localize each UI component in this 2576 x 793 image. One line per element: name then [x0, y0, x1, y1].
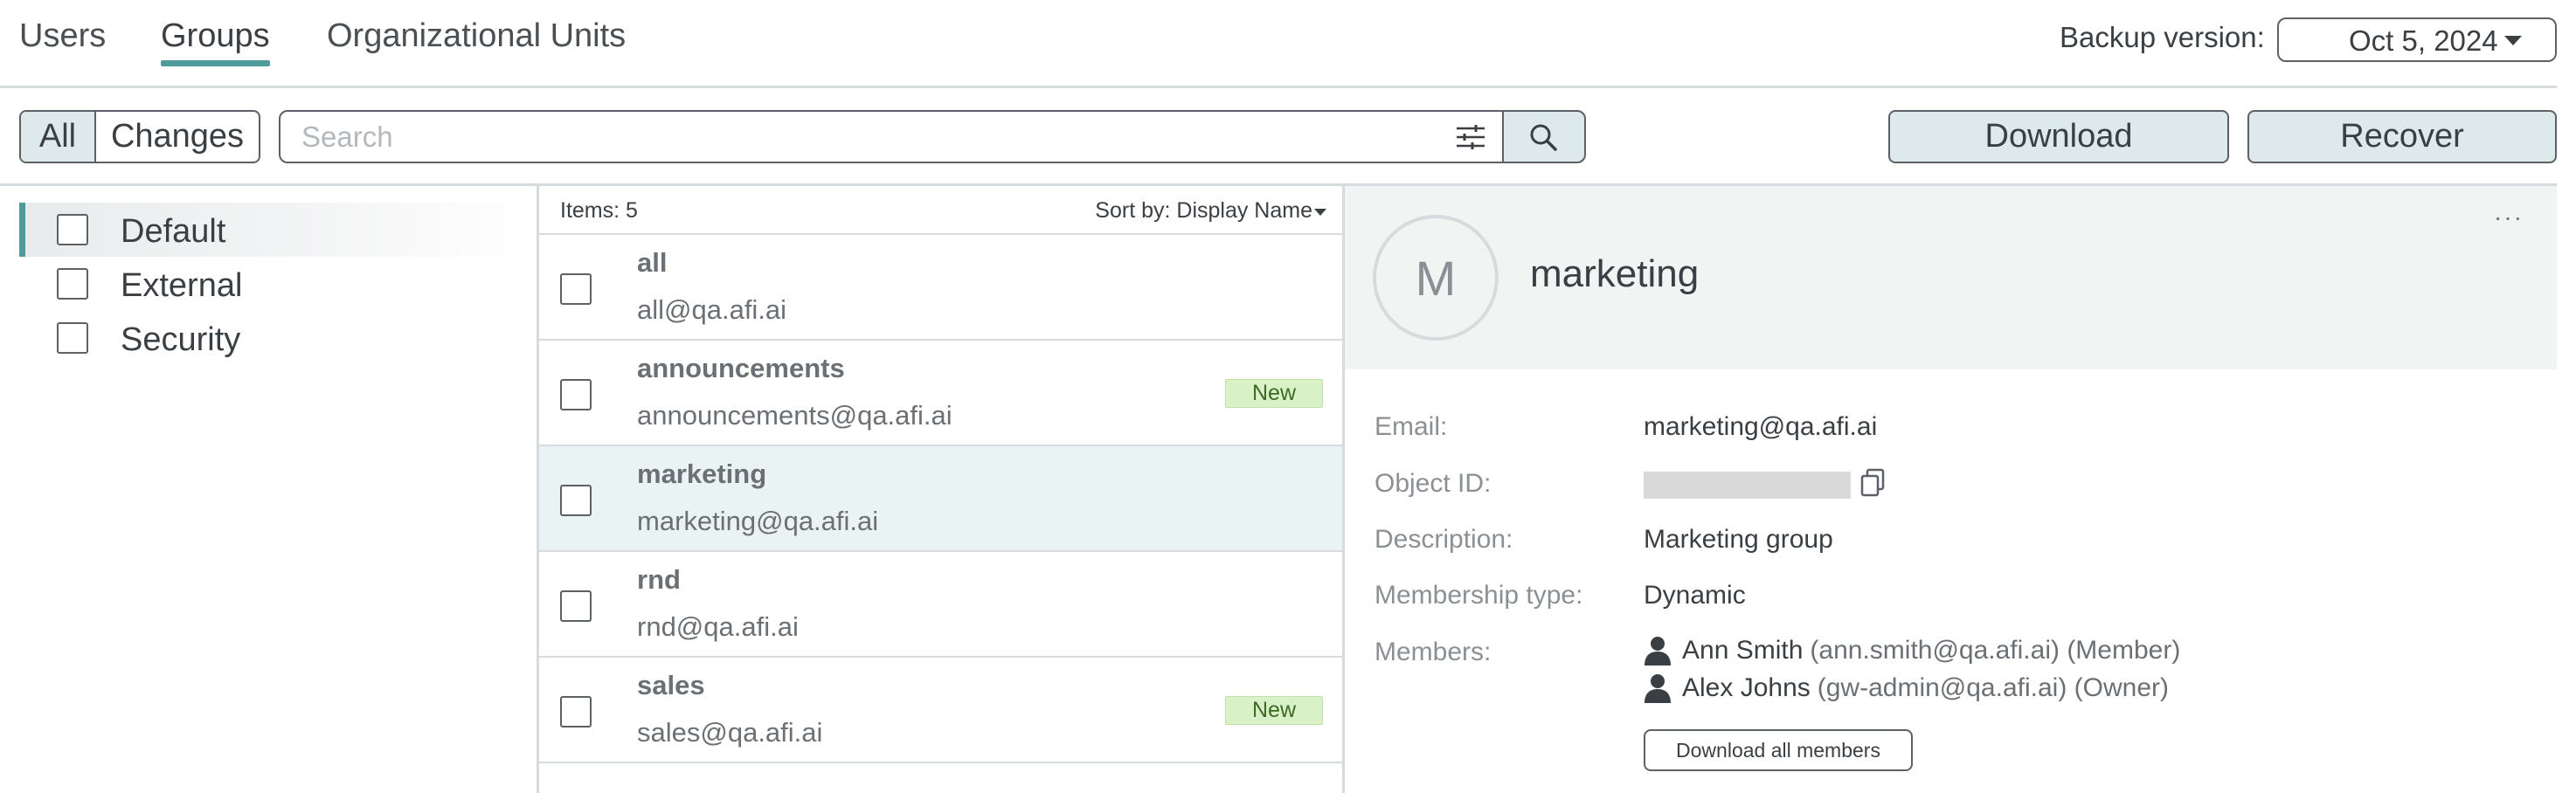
- member-item: Alex Johns (gw-admin@qa.afi.ai) (Owner): [1644, 673, 2169, 703]
- member-detail: (ann.smith@qa.afi.ai) (Member): [1810, 636, 2181, 665]
- top-nav: Users Groups Organizational Units Backup…: [0, 0, 2557, 88]
- email-value: marketing@qa.afi.ai: [1644, 412, 1878, 441]
- group-email: sales@qa.afi.ai: [637, 717, 823, 748]
- person-icon: [1645, 637, 1671, 665]
- group-type-label: External: [121, 267, 243, 304]
- object-id-label: Object ID:: [1375, 469, 1492, 498]
- row-checkbox[interactable]: [560, 696, 592, 727]
- group-type-security[interactable]: Security: [19, 311, 535, 365]
- search-icon: [1530, 124, 1557, 151]
- checkbox[interactable]: [57, 268, 88, 300]
- group-email: announcements@qa.afi.ai: [637, 400, 952, 431]
- copy-icon[interactable]: [1859, 468, 1886, 498]
- filter-changes-button[interactable]: Changes: [96, 112, 259, 162]
- group-title: marketing: [1530, 252, 1700, 295]
- description-value: Marketing group: [1644, 525, 1833, 554]
- group-email: marketing@qa.afi.ai: [637, 506, 879, 536]
- view-filter-toggle: All Changes: [19, 110, 260, 163]
- download-all-members-button[interactable]: Download all members: [1644, 729, 1913, 771]
- new-badge: New: [1225, 379, 1323, 408]
- members-label: Members:: [1375, 638, 1492, 666]
- description-label: Description:: [1375, 525, 1513, 554]
- list-item[interactable]: marketing marketing@qa.afi.ai: [539, 446, 1342, 552]
- list-item[interactable]: announcements announcements@qa.afi.ai Ne…: [539, 341, 1342, 446]
- row-checkbox[interactable]: [560, 273, 592, 305]
- row-checkbox[interactable]: [560, 485, 592, 516]
- membership-type-value: Dynamic: [1644, 581, 1746, 610]
- filter-all-button[interactable]: All: [21, 112, 96, 162]
- filter-sliders-icon[interactable]: [1455, 124, 1486, 150]
- member-detail: (gw-admin@qa.afi.ai) (Owner): [1817, 673, 2169, 702]
- list-item[interactable]: sales sales@qa.afi.ai New: [539, 658, 1342, 763]
- sort-dropdown[interactable]: Sort by: Display Name: [1095, 198, 1312, 224]
- group-type-label: Default: [121, 213, 226, 250]
- download-button[interactable]: Download: [1888, 110, 2229, 163]
- list-header: Items: 5 Sort by: Display Name: [539, 186, 1342, 235]
- group-type-default[interactable]: Default: [19, 203, 535, 257]
- group-name: rnd: [637, 564, 681, 595]
- more-options-icon[interactable]: ···: [2494, 203, 2524, 231]
- tab-users[interactable]: Users: [19, 17, 106, 55]
- avatar: M: [1373, 215, 1499, 341]
- group-type-external[interactable]: External: [19, 257, 535, 311]
- backup-version-select[interactable]: Oct 5, 2024: [2277, 17, 2557, 62]
- list-item[interactable]: rnd rnd@qa.afi.ai: [539, 552, 1342, 658]
- group-name: sales: [637, 670, 705, 700]
- caret-down-icon: [1314, 209, 1326, 216]
- group-list: Items: 5 Sort by: Display Name all all@q…: [537, 186, 1345, 793]
- checkbox[interactable]: [57, 214, 88, 245]
- person-icon: [1645, 674, 1671, 703]
- group-name: announcements: [637, 353, 845, 383]
- email-label: Email:: [1375, 412, 1448, 441]
- backup-version-value: Oct 5, 2024: [2349, 24, 2498, 57]
- backup-version-label: Backup version:: [2060, 21, 2265, 53]
- group-details-header: M marketing ···: [1345, 186, 2557, 369]
- tab-organizational-units[interactable]: Organizational Units: [327, 17, 626, 55]
- new-badge: New: [1225, 696, 1323, 725]
- member-name: Alex Johns: [1682, 673, 1811, 702]
- member-item: Ann Smith (ann.smith@qa.afi.ai) (Member): [1644, 636, 2180, 665]
- row-checkbox[interactable]: [560, 379, 592, 410]
- list-item[interactable]: all all@qa.afi.ai: [539, 235, 1342, 341]
- member-name: Ann Smith: [1682, 636, 1804, 665]
- search-box: [279, 110, 1504, 163]
- object-id-value-redacted: [1644, 472, 1851, 499]
- tab-groups[interactable]: Groups: [161, 17, 270, 66]
- search-button[interactable]: [1502, 110, 1586, 163]
- recover-button[interactable]: Recover: [2247, 110, 2557, 163]
- chevron-down-icon: [2504, 36, 2522, 45]
- group-name: all: [637, 247, 668, 278]
- items-count: Items: 5: [560, 198, 638, 223]
- row-checkbox[interactable]: [560, 590, 592, 622]
- group-email: rnd@qa.afi.ai: [637, 611, 799, 642]
- group-email: all@qa.afi.ai: [637, 294, 787, 325]
- group-type-label: Security: [121, 321, 241, 358]
- search-input[interactable]: [301, 119, 1420, 155]
- membership-type-label: Membership type:: [1375, 581, 1583, 610]
- group-name: marketing: [637, 459, 767, 489]
- group-type-filter: Default External Security: [19, 203, 535, 365]
- checkbox[interactable]: [57, 322, 88, 354]
